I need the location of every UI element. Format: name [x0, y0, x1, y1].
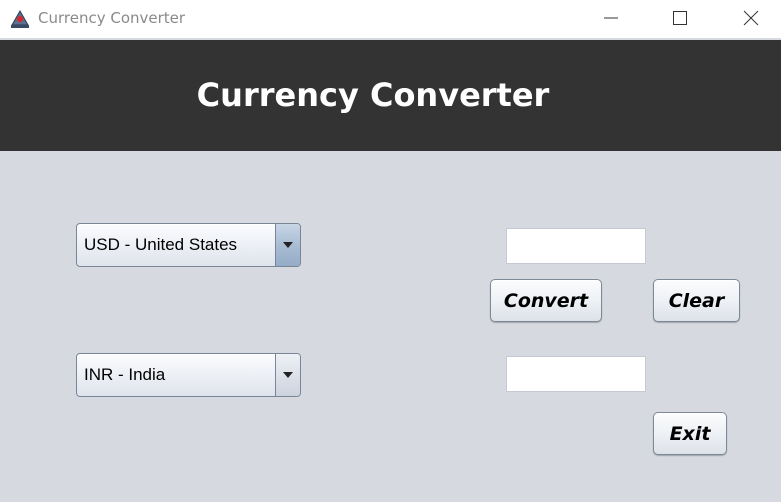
- chevron-down-icon: [283, 372, 293, 378]
- from-currency-select[interactable]: USD - United States: [76, 223, 301, 267]
- page-title: Currency Converter: [196, 76, 550, 114]
- window-title: Currency Converter: [38, 9, 186, 27]
- chevron-down-icon: [283, 242, 293, 248]
- window-titlebar[interactable]: Currency Converter: [0, 0, 781, 38]
- maximize-icon: [673, 11, 687, 25]
- java-coffee-icon: [9, 7, 31, 29]
- to-currency-dropdown-button[interactable]: [275, 354, 300, 396]
- convert-button[interactable]: Convert: [490, 279, 602, 322]
- maximize-button[interactable]: [657, 0, 703, 36]
- close-button[interactable]: [728, 0, 774, 36]
- from-currency-dropdown-button[interactable]: [275, 224, 300, 266]
- to-currency-value: INR - India: [84, 365, 166, 384]
- from-currency-value: USD - United States: [84, 235, 238, 254]
- close-icon: [743, 10, 759, 26]
- minimize-icon: [604, 17, 618, 19]
- app-header: Currency Converter: [0, 40, 781, 151]
- minimize-button[interactable]: [588, 0, 634, 36]
- converted-amount-field[interactable]: [506, 356, 646, 392]
- clear-button[interactable]: Clear: [653, 279, 740, 322]
- to-currency-select[interactable]: INR - India: [76, 353, 301, 397]
- exit-button[interactable]: Exit: [653, 412, 727, 455]
- amount-input-field[interactable]: [506, 228, 646, 264]
